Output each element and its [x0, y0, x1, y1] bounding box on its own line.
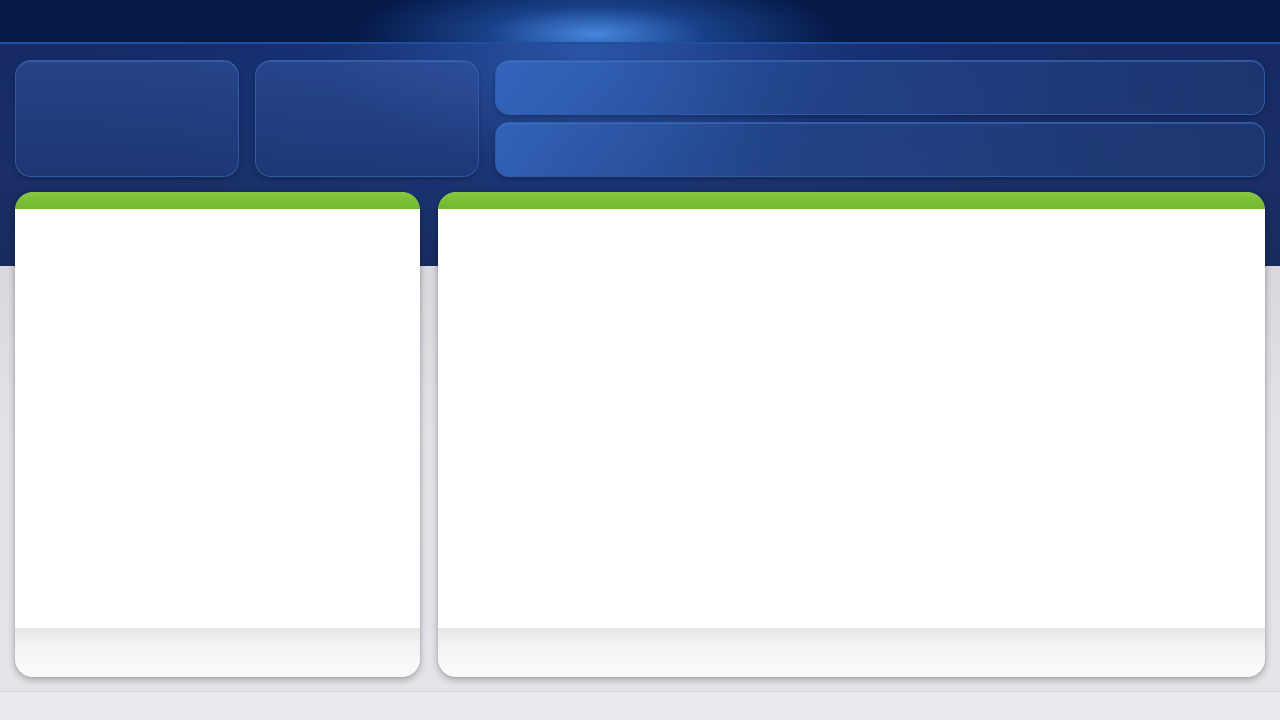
right-panel-body: [438, 209, 1265, 628]
left-panel-header: [15, 192, 420, 209]
right-panel-footer: [438, 628, 1265, 677]
hero-card-1[interactable]: [15, 60, 239, 177]
right-panel: [438, 192, 1265, 677]
left-panel-footer: [15, 628, 420, 677]
hero-banner-top[interactable]: [495, 60, 1265, 115]
right-panel-header: [438, 192, 1265, 209]
page-footer-strip: [0, 691, 1280, 720]
left-panel-body: [15, 209, 420, 628]
left-panel: [15, 192, 420, 677]
top-navigation-bar: [0, 0, 1280, 44]
hero-card-2[interactable]: [255, 60, 479, 177]
page: [0, 0, 1280, 720]
hero-banner-bottom[interactable]: [495, 122, 1265, 177]
